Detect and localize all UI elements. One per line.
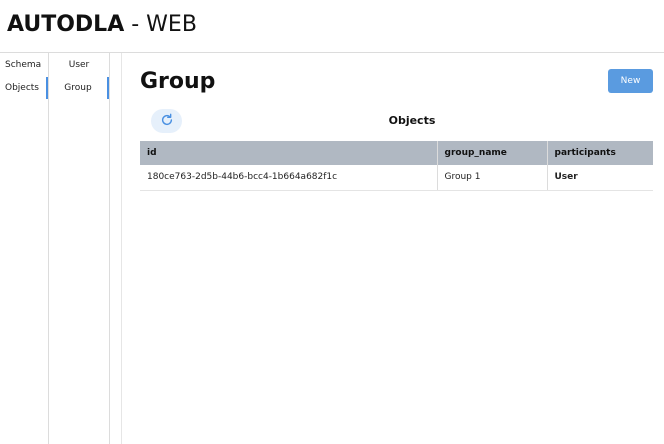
table-header-row: id group_name participants	[140, 141, 653, 165]
app-brand: AUTODLA	[7, 12, 125, 37]
section-title: Objects	[388, 114, 436, 127]
secondary-nav: User Group	[49, 53, 110, 444]
refresh-icon	[160, 113, 174, 130]
primary-nav: Schema Objects	[0, 53, 49, 444]
table-row[interactable]: 180ce763-2d5b-44b6-bcc4-1b664a682f1c Gro…	[140, 165, 653, 191]
nav-item-group[interactable]: Group	[49, 77, 109, 99]
column-header-participants[interactable]: participants	[546, 141, 653, 165]
column-header-id[interactable]: id	[140, 141, 437, 165]
app-title: AUTODLA - WEB	[7, 11, 197, 39]
nav-item-schema[interactable]: Schema	[0, 54, 48, 76]
column-header-group-name[interactable]: group_name	[436, 141, 547, 165]
nav-item-user[interactable]: User	[49, 54, 109, 76]
app-title-separator: -	[124, 12, 147, 37]
cell-participants[interactable]: User	[546, 165, 653, 191]
nav-item-objects[interactable]: Objects	[0, 77, 48, 99]
top-bar: AUTODLA - WEB	[0, 0, 664, 53]
cell-id: 180ce763-2d5b-44b6-bcc4-1b664a682f1c	[140, 165, 437, 191]
app-title-suffix: WEB	[146, 12, 197, 37]
content-divider	[121, 53, 122, 444]
objects-table: id group_name participants 180ce763-2d5b…	[140, 141, 653, 191]
cell-group-name: Group 1	[436, 165, 547, 191]
new-button[interactable]: New	[608, 69, 653, 93]
refresh-button[interactable]	[151, 109, 182, 133]
page-title: Group	[140, 69, 216, 94]
